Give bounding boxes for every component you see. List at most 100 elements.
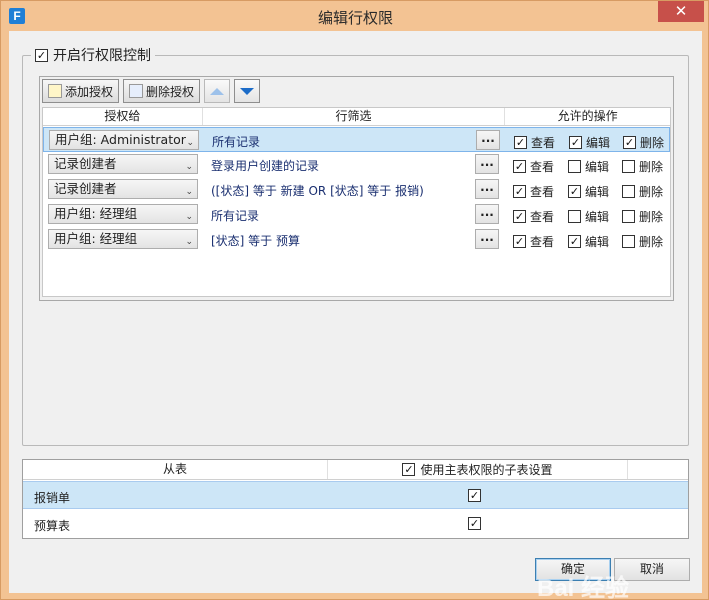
delete-permission[interactable]: 删除: [622, 208, 663, 225]
arrow-down-icon: [240, 87, 255, 95]
subtable-name: 报销单: [34, 491, 71, 505]
chevron-down-icon: ⌄: [185, 162, 193, 172]
subtable-grid: 从表 ✓ 使用主表权限的子表设置 报销单 ✓ 预算表 ✓: [22, 459, 689, 539]
move-down-button[interactable]: [234, 79, 261, 103]
filter-edit-button[interactable]: ...: [476, 130, 500, 150]
view-permission[interactable]: ✓ 查看: [513, 208, 554, 225]
delete-grant-label: 删除授权: [146, 84, 195, 99]
view-permission[interactable]: ✓ 查看: [513, 158, 554, 175]
header-grantee: 授权给: [43, 108, 203, 125]
title-bar[interactable]: F 编辑行权限 ✕: [1, 1, 709, 31]
use-master-checkbox[interactable]: ✓: [468, 517, 481, 530]
grantee-dropdown[interactable]: 用户组: 经理组 ⌄: [48, 229, 198, 249]
edit-label: 编辑: [585, 160, 610, 174]
delete-permission[interactable]: ✓ 删除: [623, 134, 664, 151]
filter-text: ([状态] 等于 新建 OR [状态] 等于 报销): [211, 184, 424, 198]
filter-edit-button[interactable]: ...: [475, 204, 499, 224]
subtable-name: 预算表: [34, 519, 71, 533]
filter-text: 所有记录: [211, 209, 260, 223]
use-master-checkbox[interactable]: ✓: [468, 489, 481, 502]
delete-label: 删除: [639, 235, 664, 249]
edit-permission[interactable]: ✓ 编辑: [568, 183, 609, 200]
filter-edit-button[interactable]: ...: [475, 229, 499, 249]
grantee-dropdown[interactable]: 记录创建者 ⌄: [48, 179, 198, 199]
list-item[interactable]: 报销单 ✓: [23, 481, 688, 509]
delete-grant-button[interactable]: 删除授权: [123, 79, 201, 103]
delete-permission[interactable]: 删除: [622, 158, 663, 175]
delete-permission[interactable]: 删除: [622, 233, 663, 250]
view-permission[interactable]: ✓ 查看: [514, 134, 555, 151]
filter-edit-button[interactable]: ...: [475, 154, 499, 174]
grantee-dropdown[interactable]: 用户组: 经理组 ⌄: [48, 204, 198, 224]
arrow-up-icon: [210, 87, 225, 95]
edit-label: 编辑: [585, 235, 610, 249]
add-icon: [48, 84, 62, 98]
view-checkbox[interactable]: ✓: [513, 185, 526, 198]
table-row[interactable]: 用户组: 经理组 ⌄ 所有记录... ✓ 查看 编辑 删除: [43, 202, 670, 227]
move-up-button[interactable]: [204, 79, 231, 103]
filter-text: [状态] 等于 预算: [211, 234, 300, 248]
view-checkbox[interactable]: ✓: [514, 136, 527, 149]
delete-label: 删除: [640, 136, 665, 150]
edit-permission[interactable]: 编辑: [568, 158, 609, 175]
table-row[interactable]: 记录创建者 ⌄ ([状态] 等于 新建 OR [状态] 等于 报销)... ✓ 查看 ✓ 编…: [43, 177, 670, 202]
view-checkbox[interactable]: ✓: [513, 160, 526, 173]
filter-text: 登录用户创建的记录: [211, 159, 320, 173]
grantee-dropdown[interactable]: 记录创建者 ⌄: [48, 154, 198, 174]
delete-checkbox[interactable]: [622, 235, 635, 248]
list-item[interactable]: 预算表 ✓: [23, 510, 688, 538]
table-row[interactable]: 用户组: 经理组 ⌄ [状态] 等于 预算... ✓ 查看 ✓ 编辑 删除: [43, 227, 670, 252]
delete-checkbox[interactable]: ✓: [623, 136, 636, 149]
toolbar: 添加授权 删除授权: [42, 79, 261, 103]
edit-checkbox[interactable]: ✓: [568, 235, 581, 248]
edit-label: 编辑: [585, 210, 610, 224]
edit-checkbox[interactable]: [568, 160, 581, 173]
edit-permission[interactable]: ✓ 编辑: [569, 134, 610, 151]
edit-label: 编辑: [585, 185, 610, 199]
edit-permission[interactable]: ✓ 编辑: [568, 233, 609, 250]
permission-panel: 添加授权 删除授权 授权给 行筛选 允许的操作 用户组: Administrat…: [39, 76, 674, 301]
delete-icon: [129, 84, 144, 98]
delete-checkbox[interactable]: [622, 185, 635, 198]
delete-checkbox[interactable]: [622, 210, 635, 223]
chevron-down-icon: ⌄: [185, 187, 193, 197]
view-label: 查看: [530, 185, 555, 199]
view-label: 查看: [530, 235, 555, 249]
grantee-value: 用户组: 经理组: [54, 206, 138, 221]
add-grant-label: 添加授权: [65, 84, 114, 99]
header-check-icon[interactable]: ✓: [402, 463, 416, 476]
subtable-header-name: 从表: [23, 460, 328, 479]
watermark: Bai 经验: [537, 575, 630, 600]
header-filter: 行筛选: [203, 108, 506, 125]
chevron-down-icon: ⌄: [185, 237, 193, 247]
view-checkbox[interactable]: ✓: [513, 210, 526, 223]
header-operations: 允许的操作: [557, 109, 618, 123]
edit-label: 编辑: [586, 136, 611, 150]
chevron-down-icon: ⌄: [186, 138, 194, 148]
dialog-body: 添加授权 删除授权 授权给 行筛选 允许的操作 用户组: Administrat…: [9, 31, 702, 600]
view-permission[interactable]: ✓ 查看: [513, 183, 554, 200]
table-row[interactable]: 用户组: Administrator ⌄ 所有记录... ✓ 查看 ✓ 编辑 ✓ 删除: [43, 127, 670, 152]
grantee-value: 用户组: Administrator: [55, 132, 186, 147]
table-row[interactable]: 记录创建者 ⌄ 登录用户创建的记录... ✓ 查看 编辑 删除: [43, 152, 670, 177]
filter-edit-button[interactable]: ...: [475, 179, 499, 199]
close-button[interactable]: ✕: [658, 1, 704, 22]
delete-label: 删除: [639, 210, 664, 224]
row-permission-group: 添加授权 删除授权 授权给 行筛选 允许的操作 用户组: Administrat…: [22, 55, 689, 446]
edit-checkbox[interactable]: [568, 210, 581, 223]
edit-checkbox[interactable]: ✓: [568, 185, 581, 198]
dialog-window: F 编辑行权限 ✕ 添加授权 删除授权 授权给 行筛选 允许的操作 用户组: A…: [0, 0, 709, 600]
enable-check-icon[interactable]: ✓: [35, 48, 48, 62]
edit-permission[interactable]: 编辑: [568, 208, 609, 225]
view-permission[interactable]: ✓ 查看: [513, 233, 554, 250]
subtable-header: 从表 ✓ 使用主表权限的子表设置: [23, 460, 688, 480]
edit-checkbox[interactable]: ✓: [569, 136, 582, 149]
add-grant-button[interactable]: 添加授权: [42, 79, 120, 103]
view-checkbox[interactable]: ✓: [513, 235, 526, 248]
delete-checkbox[interactable]: [622, 160, 635, 173]
delete-label: 删除: [639, 160, 664, 174]
grantee-dropdown[interactable]: 用户组: Administrator ⌄: [49, 130, 199, 150]
delete-permission[interactable]: 删除: [622, 183, 663, 200]
enable-row-permission-checkbox[interactable]: ✓ 开启行权限控制: [31, 45, 155, 65]
subtable-header-use-master[interactable]: ✓ 使用主表权限的子表设置: [328, 460, 628, 479]
